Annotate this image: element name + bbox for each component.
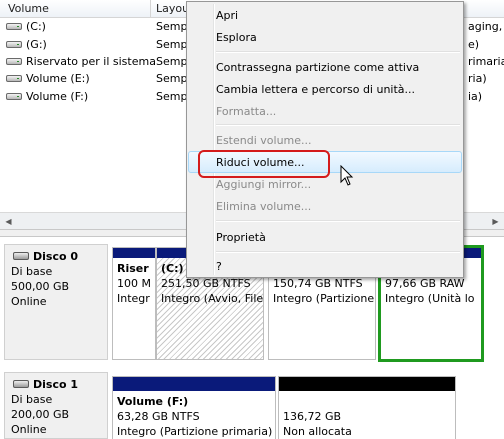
partition-status: Integro (Partizione [273,292,375,305]
partition-size: 100 M [117,277,151,290]
menu-separator [216,124,460,126]
partition-bar [279,377,455,391]
drive-icon [6,58,22,65]
drive-icon [6,75,22,82]
menu-item-esplora[interactable]: Esplora [216,31,257,44]
partition-status: Integro (Partizione primaria) [117,425,273,438]
partition-bar [113,248,155,258]
volume-name: (G:) [26,38,47,51]
partition-status: Integro (Unità lo [385,292,475,305]
volume-layout: Semp [156,38,188,51]
partition-name: Volume (F:) [117,395,189,408]
volume-status: rimaria) [468,55,504,68]
partition-info: Volume (F:) 63,28 GB NTFS Integro (Parti… [113,391,275,439]
callout-highlight [198,150,330,178]
partition-status: Integr [117,292,150,305]
menu-item-extend-volume: Estendi volume... [216,134,312,147]
partition-status: Integro (Avvio, File [161,292,264,305]
drive-icon [6,93,22,100]
disk-type: Di base [11,265,53,278]
disk-status: Online [11,423,47,436]
partition-f[interactable]: Volume (F:) 63,28 GB NTFS Integro (Parti… [112,376,276,439]
disk-title: Disco 0 [11,249,101,264]
disk-status: Online [11,295,47,308]
volume-layout: Semp [156,20,188,33]
disk-size: 500,00 GB [11,280,70,293]
partition-size: 63,28 GB NTFS [117,410,200,423]
mouse-cursor-icon [340,165,354,186]
volume-layout: Semp [156,90,188,103]
disk-1-label[interactable]: Disco 1 Di base 200,00 GB Online [4,372,108,439]
drive-icon [6,41,22,48]
volume-status: ria) [468,72,487,85]
menu-item-change-letter[interactable]: Cambia lettera e percorso di unità... [216,83,415,96]
partition-name: Riser [117,262,149,275]
volume-name: Volume (F:) [26,90,89,103]
partition-size: 136,72 GB [283,410,342,423]
volume-status: aging, Da [468,20,504,33]
partition-info: Riser 100 M Integr [113,258,155,306]
column-divider[interactable] [150,0,151,17]
disk-icon [13,252,29,260]
disk-title-text: Disco 0 [33,250,79,263]
menu-item-properties[interactable]: Proprietà [216,231,266,244]
partition-status: Non allocata [283,425,352,438]
partition-bar [113,377,275,391]
volume-status: e) [468,38,480,51]
partition-name [283,394,451,409]
partition-size: 97,66 GB RAW [385,277,465,290]
menu-item-format: Formatta... [216,105,277,118]
partition-size: 251,50 GB NTFS [161,277,251,290]
disk-icon [13,380,29,388]
volume-name: (C:) [26,20,46,33]
partition-info: 136,72 GB Non allocata [279,391,455,439]
partition-unallocated[interactable]: 136,72 GB Non allocata [278,376,456,439]
menu-gutter [213,4,215,275]
volume-layout: Semp [156,55,188,68]
menu-separator [216,251,460,253]
volume-status: ia) [468,90,483,103]
menu-item-apri[interactable]: Apri [216,9,238,22]
partition-reserved[interactable]: Riser 100 M Integr [112,247,156,360]
disk-title-text: Disco 1 [33,378,79,391]
menu-separator [216,220,460,222]
menu-separator [216,51,460,53]
menu-item-add-mirror: Aggiungi mirror... [216,178,312,191]
scroll-left-icon[interactable]: ◀ [0,213,17,230]
partition-size: 150,74 GB NTFS [273,277,363,290]
menu-item-help[interactable]: ? [216,260,222,273]
disk-title: Disco 1 [11,377,101,392]
volume-layout: Semp [156,72,188,85]
volume-name: Riservato per il sistema [26,55,156,68]
volume-name: Volume (E:) [26,72,90,85]
disk-size: 200,00 GB [11,408,70,421]
column-header-volume[interactable]: Volume [8,2,49,15]
disk-type: Di base [11,393,53,406]
disk-0-label[interactable]: Disco 0 Di base 500,00 GB Online [4,244,108,360]
menu-item-mark-active[interactable]: Contrassegna partizione come attiva [216,61,419,74]
scroll-right-icon[interactable]: ▶ [487,213,504,230]
menu-item-delete-volume: Elimina volume... [216,200,312,213]
drive-icon [6,23,22,30]
